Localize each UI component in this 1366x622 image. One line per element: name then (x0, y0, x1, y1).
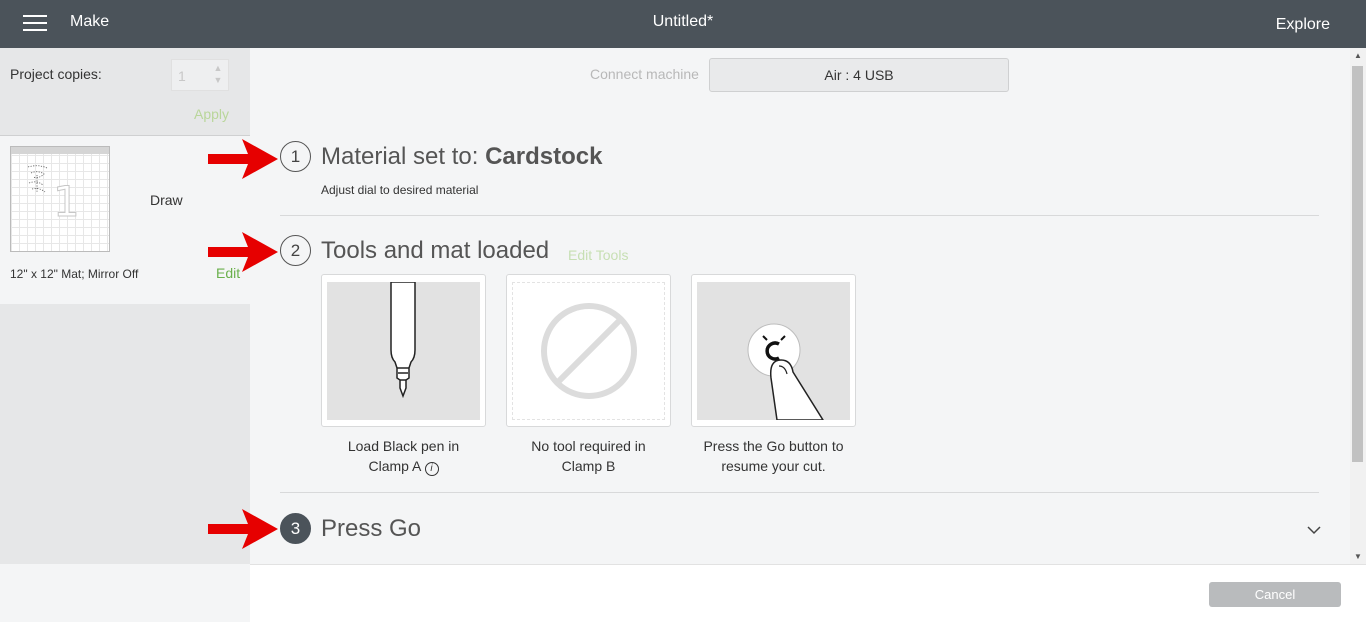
clamp-label: Clamp A (368, 458, 421, 474)
chevron-up-icon[interactable]: ▲ (212, 62, 224, 74)
tool-card-press-go (691, 274, 856, 427)
copies-stepper[interactable]: ▲ ▼ (212, 62, 224, 88)
mat-description: 12" x 12" Mat; Mirror Off (10, 267, 139, 281)
project-copies-value: 1 (178, 68, 186, 84)
machine-select[interactable]: Air : 4 USB (709, 58, 1009, 92)
explore-button[interactable]: Explore (1276, 16, 1330, 34)
tool-caption-line: Press the Go button to (703, 438, 844, 454)
no-tool-icon (541, 303, 637, 399)
edit-tools-button[interactable]: Edit Tools (568, 247, 628, 263)
red-arrow-icon (208, 232, 278, 272)
material-name: Cardstock (485, 143, 603, 170)
step-2-number: 2 (280, 235, 311, 266)
scrollbar-thumb[interactable] (1352, 66, 1363, 462)
tool-image (697, 282, 850, 420)
tool-caption-line: Clamp B (561, 458, 616, 474)
step-1-note: Adjust dial to desired material (321, 183, 479, 197)
step-1-number: 1 (280, 141, 311, 172)
tool-caption-clamp-b: No tool required in Clamp B (506, 436, 671, 476)
sidebar-footer (0, 564, 250, 622)
mat-preview[interactable]: 1 (10, 146, 110, 252)
project-copies-label: Project copies: (10, 66, 102, 82)
step-1-title-prefix: Material set to: (321, 143, 486, 170)
scroll-up-icon[interactable]: ▲ (1354, 51, 1362, 60)
tool-card-clamp-a (321, 274, 486, 427)
tool-caption-press-go: Press the Go button to resume your cut. (691, 436, 856, 476)
document-title: Untitled* (652, 13, 714, 30)
chevron-down-icon[interactable] (1306, 522, 1322, 538)
red-arrow-icon (208, 509, 278, 549)
tool-caption-line: No tool required in (531, 438, 646, 454)
drawing-preview-icon (27, 165, 48, 193)
step-1-title: Material set to: Cardstock (321, 143, 602, 171)
step-3-number: 3 (280, 513, 311, 544)
info-icon[interactable]: i (424, 462, 439, 476)
tool-caption-line: Clamp A i (321, 456, 486, 476)
step-2-title: Tools and mat loaded (321, 237, 550, 264)
apply-button[interactable]: Apply (194, 106, 229, 122)
divider (280, 215, 1319, 216)
pen-icon (390, 282, 416, 399)
divider (280, 492, 1319, 493)
mat-operation-label: Draw (150, 192, 183, 208)
tool-image (512, 282, 665, 420)
top-bar: Make Untitled* Explore (0, 0, 1366, 48)
press-go-button-icon (747, 323, 824, 420)
tool-card-clamp-b (506, 274, 671, 427)
chevron-down-icon[interactable]: ▼ (212, 74, 224, 86)
mat-number: 1 (53, 177, 81, 227)
cancel-button[interactable]: Cancel (1209, 582, 1341, 607)
tool-caption-line: resume your cut. (721, 458, 826, 474)
project-copies-input[interactable]: 1 ▲ ▼ (171, 59, 229, 91)
project-copies-row: Project copies: 1 ▲ ▼ Apply (0, 48, 250, 136)
mat-header-strip (11, 147, 109, 154)
red-arrow-icon (208, 139, 278, 179)
scrollbar[interactable]: ▲ ▼ (1350, 48, 1366, 564)
tool-caption-line: Load Black pen in (347, 438, 460, 454)
step-3-title[interactable]: Press Go (321, 515, 421, 543)
tool-caption-clamp-a: Load Black pen in Clamp A i (321, 436, 486, 476)
scroll-down-icon[interactable]: ▼ (1354, 552, 1362, 561)
footer-bar: Cancel (250, 564, 1366, 622)
tool-image (327, 282, 480, 420)
main-panel: Connect machine Air : 4 USB 1 Material s… (250, 48, 1366, 564)
connect-machine-label: Connect machine (590, 66, 699, 82)
